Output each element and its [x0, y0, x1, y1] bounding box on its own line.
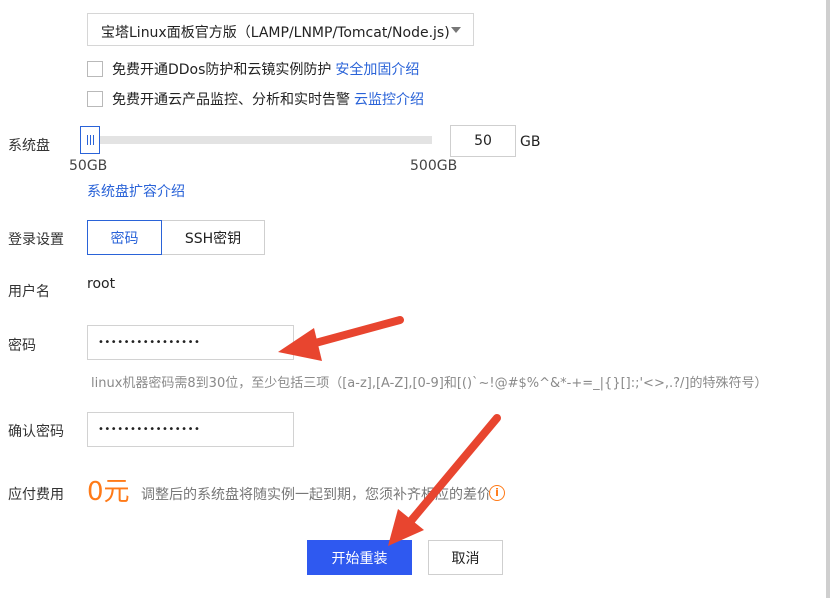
- tab-ssh-key[interactable]: SSH密钥: [162, 220, 265, 255]
- start-reinstall-button[interactable]: 开始重装: [307, 540, 412, 575]
- confirm-password-label: 确认密码: [8, 424, 64, 440]
- username-label: 用户名: [8, 284, 50, 300]
- image-select[interactable]: 宝塔Linux面板官方版（LAMP/LNMP/Tomcat/Node.js): [87, 13, 474, 46]
- arrow-to-password: [304, 316, 404, 349]
- ddos-checkbox[interactable]: [87, 61, 103, 77]
- monitor-option-label: 免费开通云产品监控、分析和实时告警: [112, 92, 350, 108]
- disk-slider-handle[interactable]: [80, 126, 100, 154]
- disk-size-unit: GB: [520, 134, 541, 150]
- cloud-monitor-link[interactable]: 云监控介绍: [354, 89, 424, 109]
- fee-amount: 0元: [87, 477, 130, 507]
- login-settings-label: 登录设置: [8, 232, 64, 248]
- chevron-down-icon: [451, 27, 461, 33]
- arrow-to-submit: [406, 414, 501, 526]
- password-input[interactable]: ••••••••••••••••: [87, 325, 294, 360]
- disk-slider-track[interactable]: [89, 136, 432, 144]
- cancel-button[interactable]: 取消: [428, 540, 503, 575]
- password-label: 密码: [8, 338, 36, 354]
- fee-label: 应付费用: [8, 487, 64, 503]
- scrollbar-edge: [826, 0, 830, 598]
- username-value: root: [87, 276, 116, 292]
- password-hint: linux机器密码需8到30位，至少包括三项（[a-z],[A-Z],[0-9]…: [91, 376, 768, 391]
- ddos-option-label: 免费开通DDos防护和云镜实例防护: [112, 62, 332, 78]
- disk-size-input[interactable]: 50: [450, 125, 516, 157]
- info-icon[interactable]: i: [489, 485, 505, 501]
- slider-max-label: 500GB: [410, 158, 458, 174]
- confirm-password-input[interactable]: ••••••••••••••••: [87, 412, 294, 447]
- tab-password[interactable]: 密码: [87, 220, 162, 255]
- disk-expand-link[interactable]: 系统盘扩容介绍: [87, 181, 185, 201]
- ddos-option-row: 免费开通DDos防护和云镜实例防护 安全加固介绍: [87, 59, 419, 79]
- security-hardening-link[interactable]: 安全加固介绍: [335, 59, 419, 79]
- monitor-option-row: 免费开通云产品监控、分析和实时告警 云监控介绍: [87, 89, 424, 109]
- fee-note: 调整后的系统盘将随实例一起到期，您须补齐相应的差价: [141, 487, 491, 503]
- monitor-checkbox[interactable]: [87, 91, 103, 107]
- slider-min-label: 50GB: [69, 158, 108, 174]
- image-select-value: 宝塔Linux面板官方版（LAMP/LNMP/Tomcat/Node.js): [101, 25, 450, 41]
- system-disk-label: 系统盘: [8, 138, 50, 154]
